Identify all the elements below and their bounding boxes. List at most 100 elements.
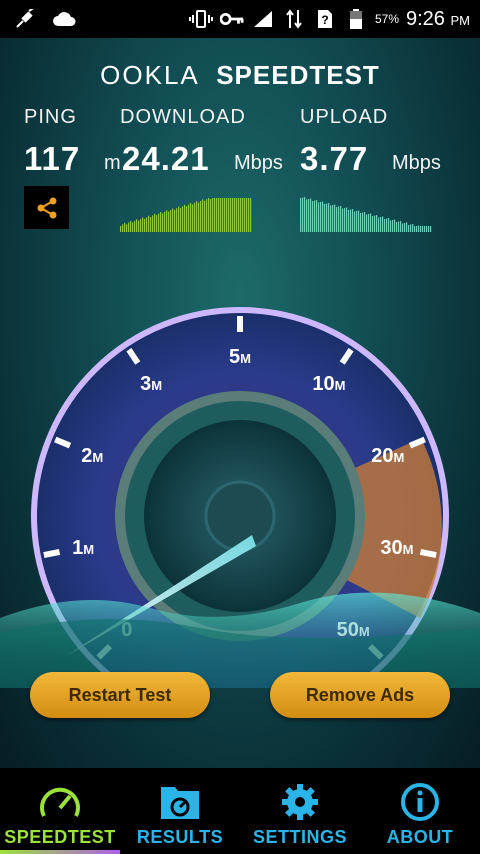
graph-bar <box>330 205 332 232</box>
graph-bar <box>190 203 192 232</box>
graph-bar <box>304 197 306 232</box>
graph-bar <box>174 209 176 232</box>
clock-ampm: PM <box>450 12 471 28</box>
graph-bar <box>358 210 360 232</box>
graph-bar <box>352 209 354 232</box>
graph-bar <box>132 222 134 232</box>
ping-unit: m <box>104 152 121 174</box>
key-icon <box>219 9 244 29</box>
upload-label: UPLOAD <box>300 106 389 128</box>
graph-bar <box>354 211 356 232</box>
graph-bar <box>326 203 328 232</box>
tab-speedtest[interactable]: SPEEDTEST <box>0 768 120 854</box>
tab-settings-label: SETTINGS <box>252 827 347 847</box>
graph-bar <box>170 210 172 232</box>
graph-bar <box>218 198 220 232</box>
graph-bar <box>200 201 202 232</box>
graph-bar <box>138 220 140 232</box>
tab-results[interactable]: RESULTS <box>120 768 240 854</box>
graph-bar <box>162 213 164 232</box>
graph-bar <box>348 210 350 232</box>
graph-bar <box>228 198 230 232</box>
graph-bar <box>212 198 214 232</box>
graph-bar <box>122 224 124 232</box>
graph-bar <box>136 219 138 232</box>
graph-bar <box>302 197 304 232</box>
share-button[interactable] <box>24 186 69 229</box>
tab-about[interactable]: ABOUT <box>360 768 480 854</box>
battery-icon <box>344 9 368 29</box>
graph-bar <box>246 198 248 232</box>
graph-bar <box>236 198 238 232</box>
graph-bar <box>150 217 152 232</box>
graph-bar <box>372 216 374 232</box>
graph-bar <box>206 199 208 232</box>
graph-bar <box>202 199 204 232</box>
graph-bar <box>388 218 390 232</box>
graph-bar <box>178 206 180 232</box>
graph-bar <box>198 202 200 232</box>
no-sim-icon: ? <box>313 9 337 29</box>
upload-unit: Mbps <box>392 152 441 174</box>
download-label: DOWNLOAD <box>120 106 246 128</box>
graph-bar <box>404 223 406 232</box>
graph-bar <box>130 221 132 232</box>
svg-text:?: ? <box>321 13 328 27</box>
graph-bar <box>194 202 196 232</box>
graph-bar <box>382 216 384 232</box>
graph-bar <box>220 198 222 232</box>
graph-bar <box>370 213 372 232</box>
remove-ads-button[interactable]: Remove Ads <box>270 672 450 718</box>
graph-bar <box>240 198 242 232</box>
upload-value: 3.77 <box>300 140 369 177</box>
graph-bar <box>338 206 340 232</box>
graph-bar <box>322 201 324 232</box>
graph-bar <box>238 198 240 232</box>
vibrate-icon <box>188 9 213 29</box>
graph-bar <box>208 198 210 232</box>
tab-speedtest-label: SPEEDTEST <box>4 827 116 847</box>
tab-about-label: ABOUT <box>386 827 454 847</box>
graph-bar <box>248 198 250 232</box>
graph-bar <box>394 219 396 232</box>
graph-bar <box>428 226 430 232</box>
graph-bar <box>342 208 344 232</box>
graph-bar <box>386 218 388 232</box>
graph-bar <box>336 207 338 232</box>
graph-bar <box>376 215 378 232</box>
graph-bar <box>350 209 352 232</box>
graph-bar <box>324 204 326 232</box>
graph-bar <box>430 226 432 232</box>
graph-bar <box>160 212 162 232</box>
graph-bar <box>210 199 212 232</box>
graph-bar <box>214 198 216 232</box>
graph-bar <box>244 198 246 232</box>
download-value: 24.21 <box>122 140 210 177</box>
graph-bar <box>158 213 160 232</box>
restart-test-button[interactable]: Restart Test <box>30 672 210 718</box>
graph-bar <box>378 217 380 232</box>
download-graph <box>120 198 252 232</box>
graph-bar <box>186 206 188 232</box>
graph-bar <box>406 222 408 232</box>
graph-bar <box>306 199 308 232</box>
graph-bar <box>234 198 236 232</box>
graph-bar <box>226 198 228 232</box>
graph-bar <box>308 199 310 232</box>
tab-settings[interactable]: SETTINGS <box>240 768 360 854</box>
ping-label: PING <box>24 106 77 128</box>
graph-bar <box>166 210 168 232</box>
logo-speedtest: SPEEDTEST <box>216 60 380 90</box>
graph-bar <box>412 224 414 232</box>
signal-icon <box>251 9 275 29</box>
graph-bar <box>154 213 156 232</box>
status-bar: ? 57% 9:26 PM <box>0 0 480 38</box>
graph-bar <box>126 224 128 232</box>
graph-bar <box>128 222 130 232</box>
graph-bar <box>316 200 318 232</box>
graph-bar <box>400 221 402 232</box>
graph-bar <box>402 223 404 232</box>
metrics-panel: PING DOWNLOAD UPLOAD 117 m 24.21 Mbps 3.… <box>0 104 480 184</box>
graph-bar <box>318 202 320 232</box>
graph-bar <box>366 214 368 232</box>
